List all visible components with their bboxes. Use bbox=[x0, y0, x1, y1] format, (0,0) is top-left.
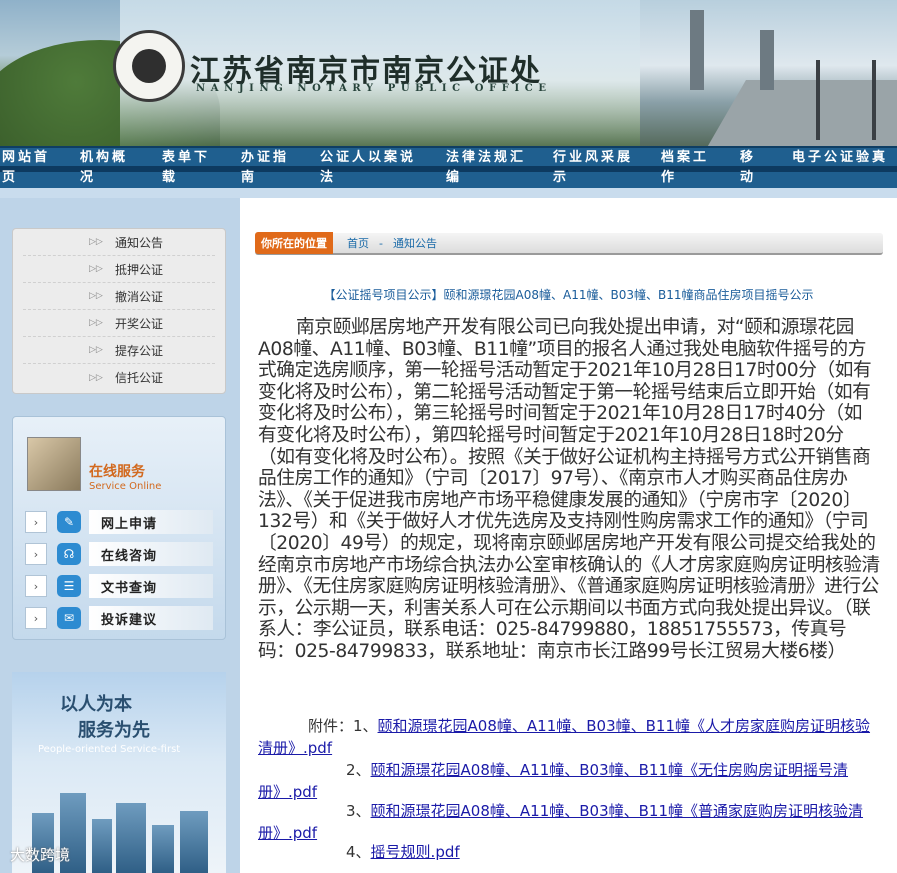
breadcrumb-home[interactable]: 首页 bbox=[347, 235, 369, 251]
attachment-item: 附件：1、颐和源璟花园A08幢、A11幢、B03幢、B11幢《人才房家庭购房证明… bbox=[258, 717, 871, 757]
bridge-tower bbox=[690, 10, 704, 90]
chat-icon: ✉ bbox=[57, 607, 81, 629]
sidebar-item-trust[interactable]: ▷▷ 信托公证 bbox=[23, 364, 215, 391]
breadcrumb-location-label: 你所在的位置 bbox=[255, 232, 333, 254]
attachment-link[interactable]: 摇号规则.pdf bbox=[371, 843, 460, 861]
site-subtitle: NANJING NOTARY PUBLIC OFFICE bbox=[196, 83, 552, 94]
sidebar-item-mortgage[interactable]: ▷▷ 抵押公证 bbox=[23, 256, 215, 283]
double-arrow-icon: ▷▷ bbox=[89, 237, 103, 247]
main-nav: 网站首页 机构概况 表单下载 办证指南 公证人以案说法 法律法规汇编 行业风采展… bbox=[0, 146, 897, 188]
watermark: 大数跨境 bbox=[10, 846, 71, 864]
sidebar: ▷▷ 通知公告 ▷▷ 抵押公证 ▷▷ 撤消公证 ▷▷ 开奖公证 ▷▷ 提存公证 ▷▷ 信托公… bbox=[0, 198, 240, 873]
notary-seal-logo bbox=[113, 30, 185, 102]
street-lamp bbox=[872, 60, 876, 140]
article-title: 【公证摇号项目公示】颐和源璟花园A08幢、A11幢、B03幢、B11幢商品住房项… bbox=[323, 288, 814, 302]
service-photo bbox=[27, 437, 81, 491]
promo-line1: 以人为本 bbox=[60, 694, 132, 715]
service-online-consult[interactable]: › ☊ 在线咨询 bbox=[25, 541, 213, 567]
nav-verify[interactable]: 电子公证验真 bbox=[792, 148, 895, 188]
form-icon: ✎ bbox=[57, 511, 81, 533]
headset-icon: ☊ bbox=[57, 543, 81, 565]
sidebar-item-deposit[interactable]: ▷▷ 提存公证 bbox=[23, 337, 215, 364]
nav-home[interactable]: 网站首页 bbox=[2, 148, 52, 188]
nav-mobile[interactable]: 移动 bbox=[740, 148, 770, 188]
nav-guide[interactable]: 办证指南 bbox=[241, 148, 296, 188]
breadcrumb: 你所在的位置 首页 - 通知公告 bbox=[255, 232, 883, 255]
attachment-item: 2、颐和源璟花园A08幢、A11幢、B03幢、B11幢《无住房购房证明摇号清册》… bbox=[258, 761, 849, 801]
sidebar-menu: ▷▷ 通知公告 ▷▷ 抵押公证 ▷▷ 撤消公证 ▷▷ 开奖公证 ▷▷ 提存公证 ▷▷ 信托公… bbox=[12, 228, 226, 394]
chevron-right-icon: › bbox=[25, 511, 47, 533]
nav-about[interactable]: 机构概况 bbox=[80, 148, 135, 188]
article-body: 南京颐邺居房地产开发有限公司已向我处提出申请，对“颐和源璟花园A08幢、A11幢… bbox=[258, 317, 880, 662]
promo-line3: People-oriented Service-first bbox=[38, 744, 181, 755]
sidebar-item-lottery[interactable]: ▷▷ 开奖公证 bbox=[23, 310, 215, 337]
service-document-query[interactable]: › ☰ 文书查询 bbox=[25, 573, 213, 599]
double-arrow-icon: ▷▷ bbox=[89, 345, 103, 355]
breadcrumb-separator: - bbox=[379, 236, 383, 250]
sidebar-item-notices[interactable]: ▷▷ 通知公告 bbox=[23, 229, 215, 256]
chevron-right-icon: › bbox=[25, 607, 47, 629]
bridge-tower bbox=[760, 30, 774, 90]
double-arrow-icon: ▷▷ bbox=[89, 372, 103, 383]
street-lamp bbox=[816, 60, 820, 140]
online-service-panel: 在线服务 Service Online › ✎ 网上申请 › ☊ 在线咨询 › … bbox=[12, 416, 226, 640]
promo-banner: 以人为本 服务为先 People-oriented Service-first bbox=[12, 672, 226, 873]
main-content: 你所在的位置 首页 - 通知公告 【公证摇号项目公示】颐和源璟花园A08幢、A1… bbox=[240, 198, 897, 873]
attachment-item: 4、摇号规则.pdf bbox=[346, 843, 460, 861]
breadcrumb-current[interactable]: 通知公告 bbox=[393, 235, 437, 251]
chevron-right-icon: › bbox=[25, 543, 47, 565]
sidebar-item-revoke[interactable]: ▷▷ 撤消公证 bbox=[23, 283, 215, 310]
nav-laws[interactable]: 法律法规汇编 bbox=[446, 148, 536, 188]
chevron-right-icon: › bbox=[25, 575, 47, 597]
nav-archive[interactable]: 档案工作 bbox=[661, 148, 721, 188]
nav-forms[interactable]: 表单下载 bbox=[162, 148, 217, 188]
nav-cases[interactable]: 公证人以案说法 bbox=[320, 148, 430, 188]
promo-line2: 服务为先 bbox=[78, 720, 150, 741]
double-arrow-icon: ▷▷ bbox=[89, 291, 103, 301]
service-online-apply[interactable]: › ✎ 网上申请 bbox=[25, 509, 213, 535]
service-title: 在线服务 bbox=[89, 464, 145, 480]
double-arrow-icon: ▷▷ bbox=[89, 264, 103, 274]
double-arrow-icon: ▷▷ bbox=[89, 318, 103, 328]
list-icon: ☰ bbox=[57, 575, 81, 597]
header-banner: 江苏省南京市南京公证处 NANJING NOTARY PUBLIC OFFICE bbox=[0, 0, 897, 146]
service-complaint[interactable]: › ✉ 投诉建议 bbox=[25, 605, 213, 631]
service-subtitle: Service Online bbox=[89, 481, 162, 492]
nav-showcase[interactable]: 行业风采展示 bbox=[553, 148, 643, 188]
attachment-item: 3、颐和源璟花园A08幢、A11幢、B03幢、B11幢《普通家庭购房证明核验清册… bbox=[258, 802, 864, 842]
